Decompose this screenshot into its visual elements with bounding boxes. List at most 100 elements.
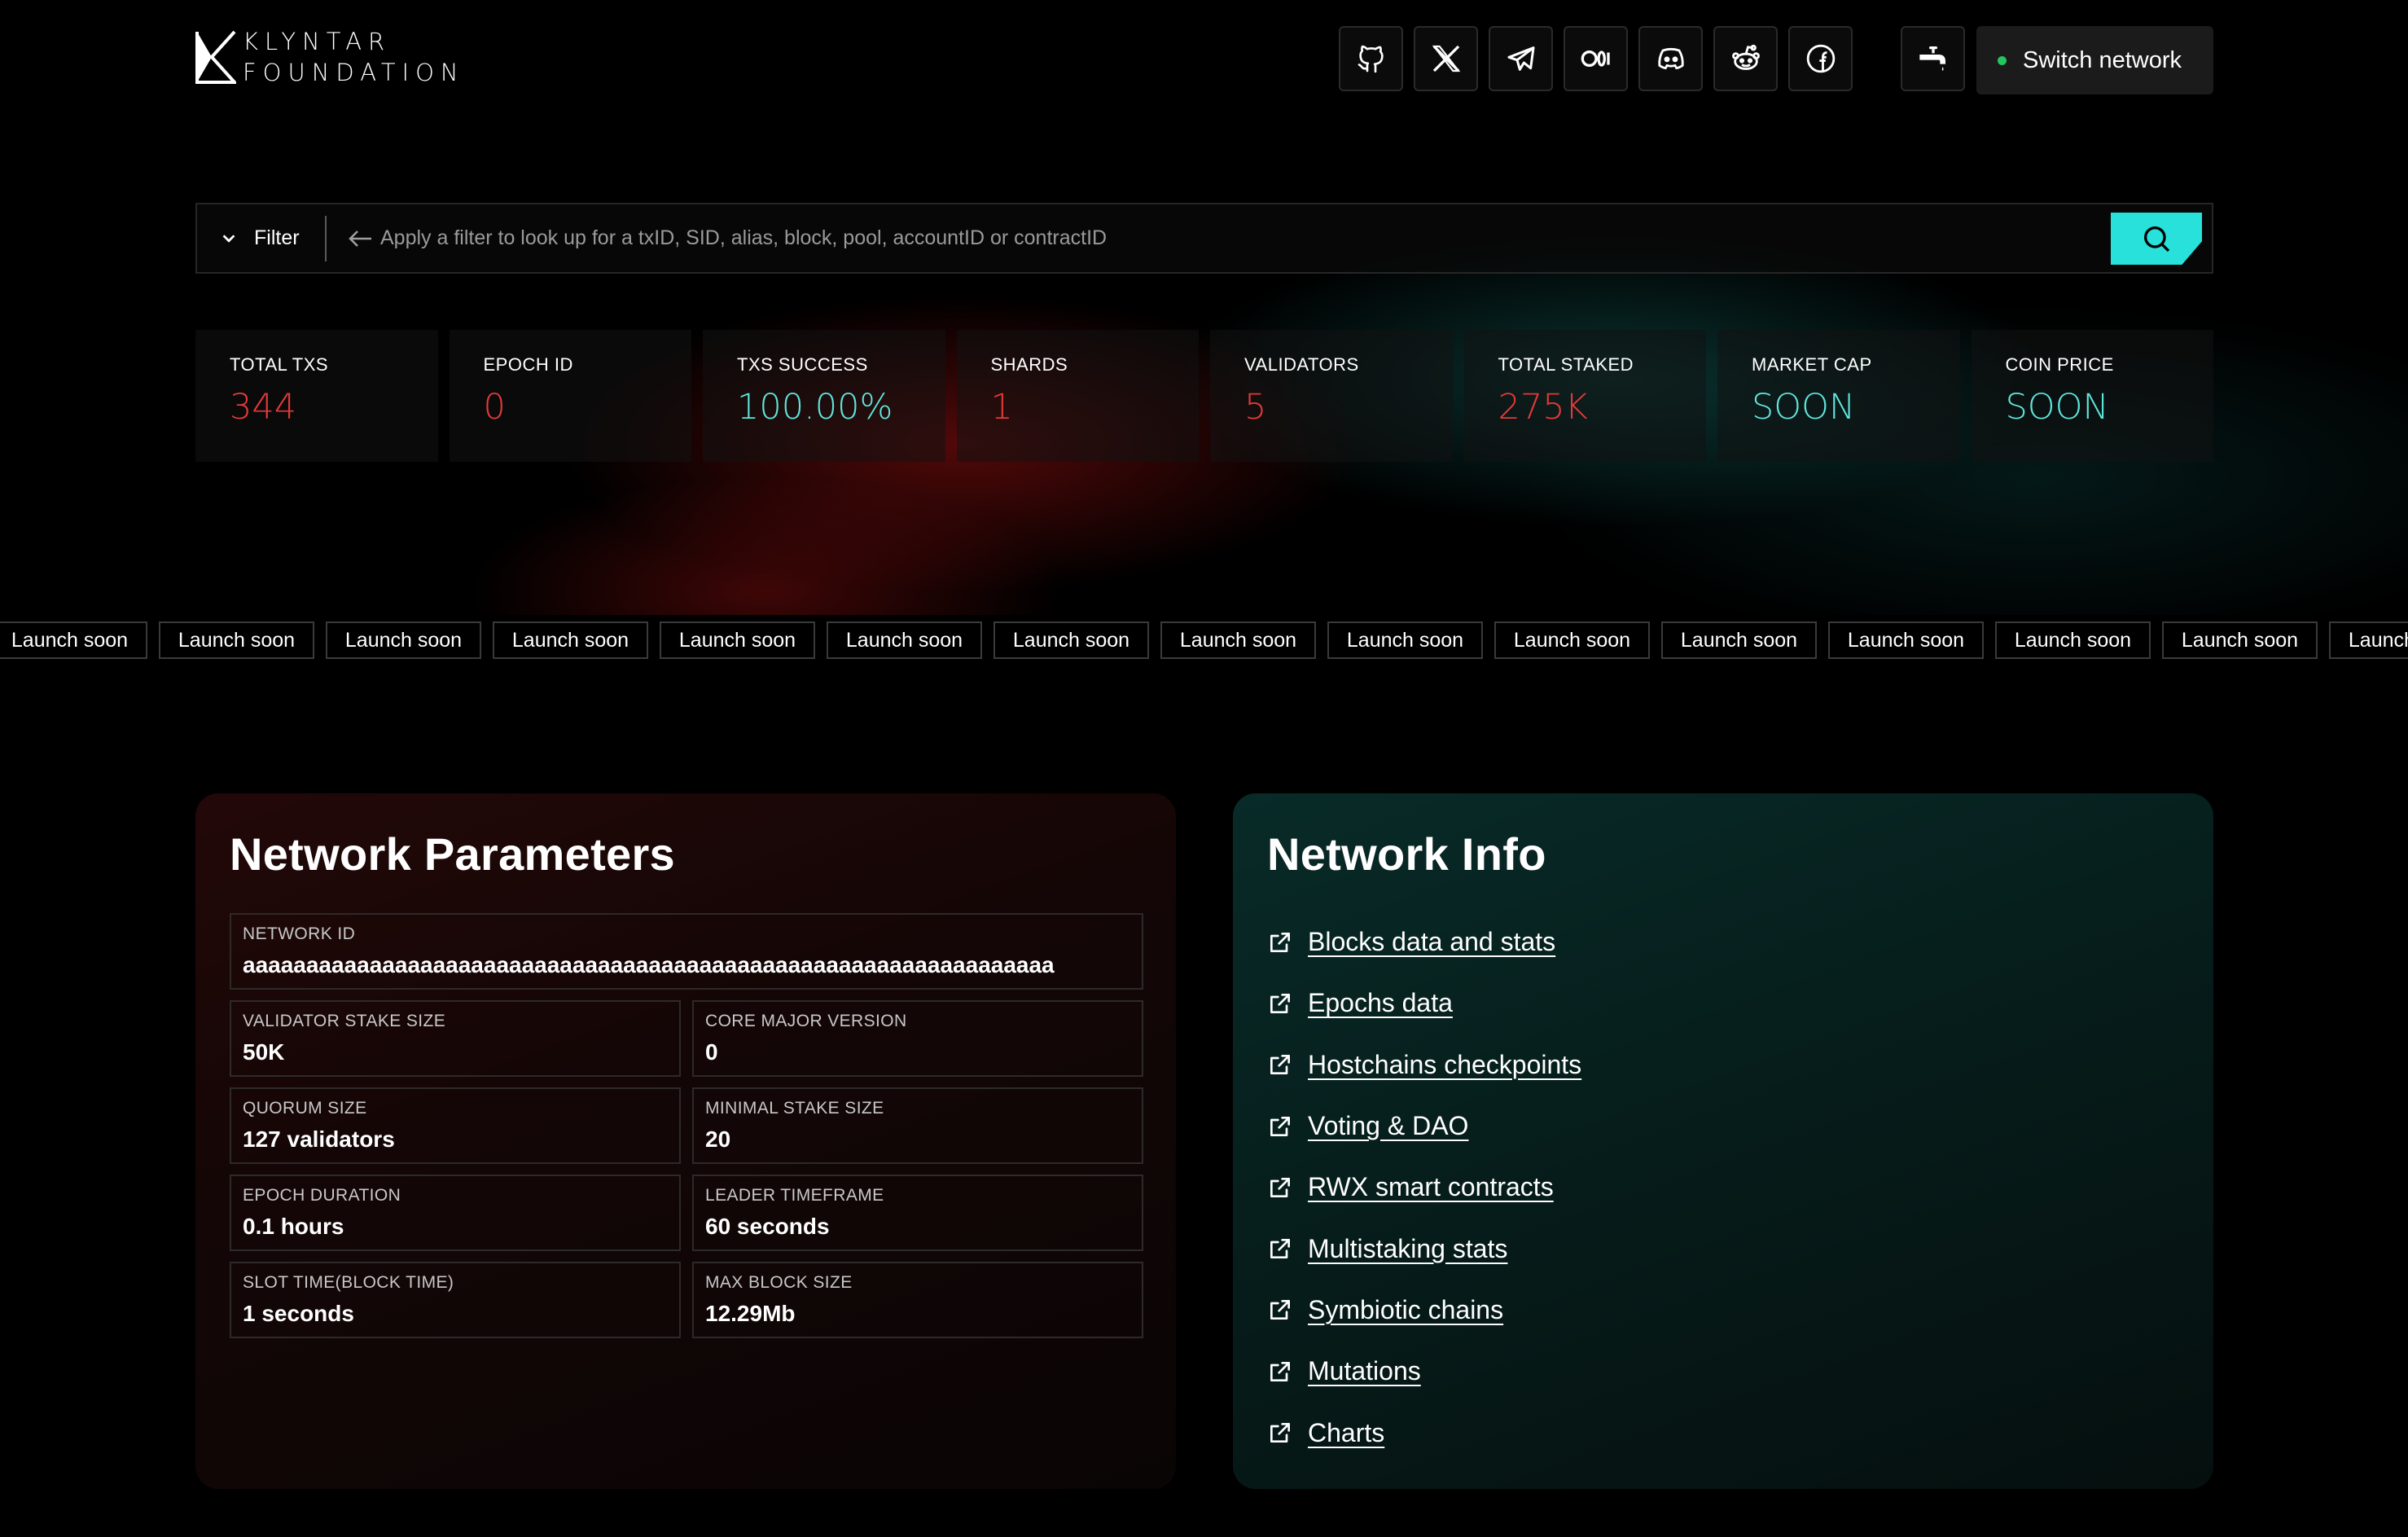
ticker-item: Launch soon (993, 621, 1149, 659)
network-info-link-item: Charts (1267, 1402, 2179, 1463)
param-value: 20 (705, 1126, 731, 1152)
network-info-link[interactable]: Multistaking stats (1308, 1234, 1507, 1264)
search-bar: Filter (195, 203, 2213, 274)
telegram-icon (1507, 46, 1534, 71)
stat-value: 5 (1244, 387, 1267, 428)
external-link-icon (1267, 1236, 1293, 1262)
stat-label: TOTAL STAKED (1498, 354, 1634, 375)
network-info-link[interactable]: Voting & DAO (1308, 1111, 1468, 1141)
param-value: 127 validators (243, 1126, 395, 1152)
stat-value: 344 (230, 387, 297, 428)
network-info-link[interactable]: RWX smart contracts (1308, 1172, 1554, 1202)
network-info-link[interactable]: Blocks data and stats (1308, 927, 1555, 957)
stat-value: 275K (1498, 387, 1588, 428)
switch-network-button[interactable]: Switch network (1976, 26, 2213, 94)
medium-link[interactable] (1564, 26, 1628, 91)
network-status-dot (1998, 55, 2007, 65)
stat-shards: SHARDS 1 (956, 330, 1199, 462)
facebook-link[interactable] (1788, 26, 1853, 91)
network-info-link[interactable]: Mutations (1308, 1356, 1421, 1386)
x-link[interactable] (1414, 26, 1478, 91)
param-label: CORE MAJOR VERSION (705, 1012, 907, 1030)
param-value: 1 seconds (243, 1301, 354, 1326)
ticker-item: Launch soon (2162, 621, 2318, 659)
param-value: aaaaaaaaaaaaaaaaaaaaaaaaaaaaaaaaaaaaaaaa… (243, 952, 1055, 977)
param-minimal-stake-size: MINIMAL STAKE SIZE 20 (692, 1087, 1143, 1164)
network-info-title: Network Info (1267, 828, 1546, 880)
param-label: VALIDATOR STAKE SIZE (243, 1012, 446, 1030)
network-info-links: Blocks data and stats Epochs data Hostchai… (1267, 911, 2179, 1464)
stat-value: 0 (483, 387, 506, 428)
launch-ticker: Launch soon Launch soon Launch soon Launch … (0, 621, 2408, 661)
discord-link[interactable] (1638, 26, 1703, 91)
search-icon (2144, 226, 2170, 253)
external-link-icon (1267, 1113, 1293, 1140)
ticker-item: Launch soon (827, 621, 982, 659)
network-info-link-item: Epochs data (1267, 973, 2179, 1034)
stat-value: 1 (990, 387, 1013, 428)
ticker-item: Launch soon (0, 621, 147, 659)
stat-value: 100.00% (737, 387, 893, 428)
network-info-link-item: Voting & DAO (1267, 1096, 2179, 1157)
stat-label: TXS SUCCESS (737, 354, 868, 375)
param-network-id: NETWORK ID aaaaaaaaaaaaaaaaaaaaaaaaaaaaa… (230, 913, 1143, 990)
stat-validators: VALIDATORS 5 (1210, 330, 1453, 462)
social-links (1339, 26, 1853, 91)
medium-icon (1581, 51, 1610, 67)
stat-label: VALIDATORS (1244, 354, 1359, 375)
network-info-link[interactable]: Epochs data (1308, 988, 1453, 1018)
param-label: MAX BLOCK SIZE (705, 1273, 853, 1292)
stat-label: MARKET CAP (1752, 354, 1872, 375)
stat-label: SHARDS (990, 354, 1068, 375)
param-value: 60 seconds (705, 1214, 830, 1239)
param-label: EPOCH DURATION (243, 1186, 401, 1205)
search-input[interactable] (327, 204, 2212, 272)
search-button[interactable] (2111, 213, 2202, 265)
filter-dropdown[interactable]: Filter (197, 204, 325, 272)
network-info-link[interactable]: Hostchains checkpoints (1308, 1050, 1581, 1080)
param-quorum-size: QUORUM SIZE 127 validators (230, 1087, 681, 1164)
ticker-item: Launch soon (660, 621, 815, 659)
param-value: 0.1 hours (243, 1214, 344, 1239)
network-info-link[interactable]: Charts (1308, 1418, 1384, 1448)
ticker-item: Launch soon (1828, 621, 1984, 659)
stat-epoch-id: EPOCH ID 0 (449, 330, 691, 462)
param-label: QUORUM SIZE (243, 1099, 367, 1118)
stat-total-staked: TOTAL STAKED 275K (1463, 330, 1706, 462)
network-info-link-item: Hostchains checkpoints (1267, 1034, 2179, 1096)
param-value: 0 (705, 1039, 718, 1065)
network-info-link-item: Multistaking stats (1267, 1218, 2179, 1279)
network-info-link[interactable]: Symbiotic chains (1308, 1295, 1503, 1325)
stats-row: TOTAL TXS 344 EPOCH ID 0 TXS SUCCESS 100… (195, 330, 2213, 462)
filter-label: Filter (254, 226, 300, 249)
switch-network-label: Switch network (2023, 46, 2182, 73)
ticker-item: Launch soon (1661, 621, 1817, 659)
ticker-item: Launch soon (1494, 621, 1650, 659)
param-label: NETWORK ID (243, 924, 356, 943)
faucet-button[interactable] (1901, 26, 1965, 91)
param-core-major-version: CORE MAJOR VERSION 0 (692, 1000, 1143, 1077)
logo-wordmark: KLYNTAR FOUNDATION (243, 26, 465, 88)
x-icon (1432, 45, 1460, 72)
external-link-icon (1267, 929, 1293, 955)
ticker-item: Launch soon (159, 621, 314, 659)
klyntar-logo[interactable]: KLYNTAR FOUNDATION (195, 28, 472, 86)
reddit-link[interactable] (1713, 26, 1778, 91)
param-value: 12.29Mb (705, 1301, 796, 1326)
stat-label: EPOCH ID (483, 354, 573, 375)
stat-label: COIN PRICE (2005, 354, 2114, 375)
stat-value: SOON (2005, 387, 2109, 428)
param-label: MINIMAL STAKE SIZE (705, 1099, 884, 1118)
external-link-icon (1267, 990, 1293, 1017)
github-link[interactable] (1339, 26, 1403, 91)
telegram-link[interactable] (1489, 26, 1553, 91)
chevron-down-icon (222, 234, 235, 243)
param-slot-time: SLOT TIME(BLOCK TIME) 1 seconds (230, 1262, 681, 1338)
network-info-link-item: Blocks data and stats (1267, 911, 2179, 973)
param-epoch-duration: EPOCH DURATION 0.1 hours (230, 1175, 681, 1251)
stat-value: SOON (1752, 387, 1856, 428)
external-link-icon (1267, 1420, 1293, 1446)
reddit-icon (1731, 44, 1760, 70)
github-icon (1358, 45, 1384, 73)
site-header: KLYNTAR FOUNDATION Switch network (195, 26, 2213, 94)
